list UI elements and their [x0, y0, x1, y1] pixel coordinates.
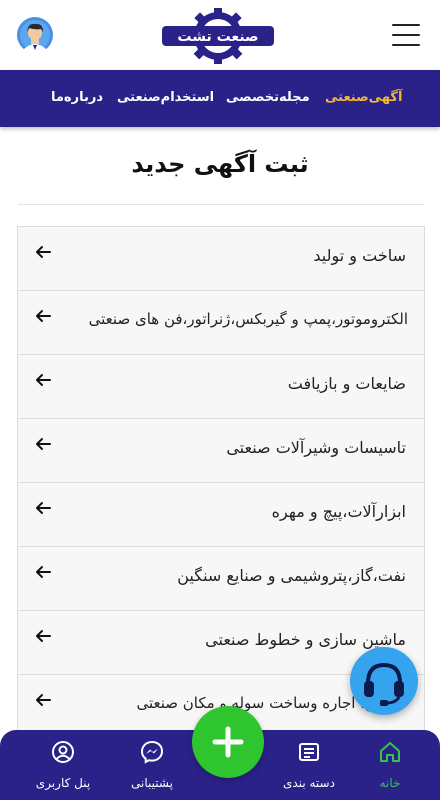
menu-icon[interactable] — [392, 24, 420, 46]
category-item[interactable]: نفت،گاز،پتروشیمی و صنایع سنگین — [18, 547, 424, 611]
arrow-left-icon — [36, 630, 51, 642]
arrow-left-icon — [36, 438, 51, 450]
arrow-left-icon — [36, 502, 51, 514]
page-title: ثبت آگهی جدید — [131, 150, 309, 178]
bottom-nav-label: خانه — [379, 776, 401, 790]
arrow-left-icon — [36, 246, 51, 258]
support-chat-button[interactable] — [350, 647, 418, 715]
home-icon — [380, 742, 400, 762]
arrow-left-icon — [36, 310, 51, 322]
category-item[interactable]: ابزارآلات،پیچ و مهره — [18, 483, 424, 547]
bottom-nav-categories[interactable]: دسته بندی — [269, 730, 349, 800]
user-circle-icon — [52, 741, 74, 763]
brand-logo[interactable]: صنعت تشت — [160, 6, 276, 66]
headset-icon — [364, 662, 404, 706]
category-item[interactable]: الکتروموتور،پمپ و گیربکس،ژنراتور،فن های … — [18, 291, 424, 355]
category-label: ضایعات و بازیافت — [287, 374, 406, 393]
bottom-nav-label: دسته بندی — [283, 776, 335, 790]
messenger-icon — [140, 740, 164, 764]
category-label: تاسیسات وشیرآلات صنعتی — [226, 438, 406, 457]
divider — [18, 204, 424, 205]
nav-industrial-ads[interactable]: آگهی‌صنعتی — [325, 90, 402, 105]
category-item[interactable]: تاسیسات وشیرآلات صنعتی — [18, 419, 424, 483]
bottom-nav-user-panel[interactable]: پنل کاربری — [23, 730, 103, 800]
nav-about[interactable]: درباره‌ما — [51, 90, 103, 105]
add-ad-button[interactable] — [192, 706, 264, 778]
category-label: ابزارآلات،پیچ و مهره — [271, 502, 406, 521]
nav-jobs[interactable]: استخدام‌صنعتی — [117, 90, 214, 105]
bottom-nav-label: پنل کاربری — [35, 776, 91, 790]
category-label: نفت،گاز،پتروشیمی و صنایع سنگین — [177, 566, 406, 585]
arrow-left-icon — [36, 694, 51, 706]
app-header: صنعت تشت — [0, 0, 440, 71]
list-icon — [299, 743, 319, 761]
category-label: ساخت و تولید — [313, 246, 406, 265]
arrow-left-icon — [36, 566, 51, 578]
avatar-icon[interactable] — [17, 17, 53, 53]
nav-magazine[interactable]: مجله‌تخصصی — [226, 90, 310, 105]
category-item[interactable]: ساخت و تولید — [18, 227, 424, 291]
main-nav: آگهی‌صنعتی مجله‌تخصصی استخدام‌صنعتی دربا… — [0, 70, 440, 127]
bottom-nav-label: پشتیبانی — [131, 776, 173, 790]
bottom-nav-home[interactable]: خانه — [350, 730, 430, 800]
bottom-nav-support[interactable]: پشتیبانی — [112, 730, 192, 800]
plus-icon — [212, 726, 244, 758]
arrow-left-icon — [36, 374, 51, 386]
category-item[interactable]: ضایعات و بازیافت — [18, 355, 424, 419]
logo-text: صنعت تشت — [177, 29, 258, 45]
category-label: الکتروموتور،پمپ و گیربکس،ژنراتور،فن های … — [88, 310, 408, 328]
